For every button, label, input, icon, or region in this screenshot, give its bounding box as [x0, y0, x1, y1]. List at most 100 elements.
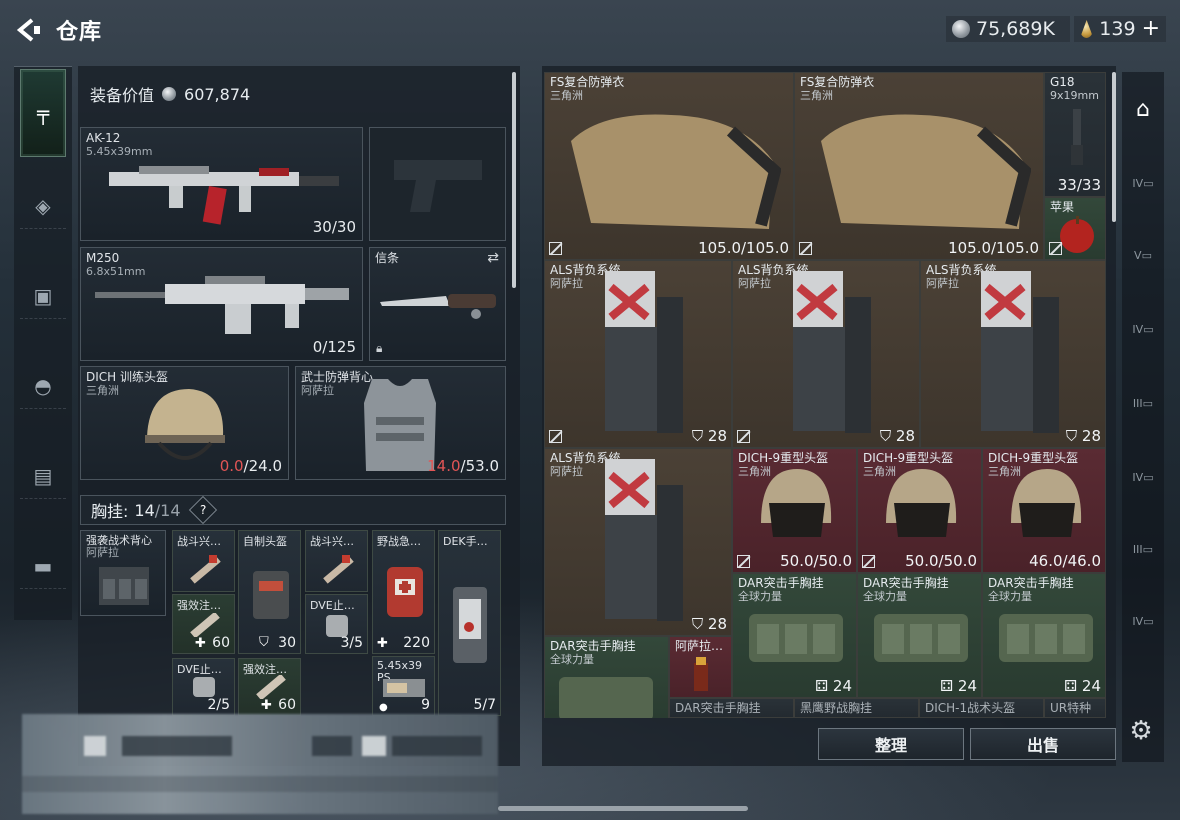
- canister-icon: ▤: [33, 463, 53, 488]
- pouch-item[interactable]: 野战急… ✚ 220: [372, 530, 435, 654]
- item-name: G18: [1050, 75, 1075, 89]
- stash-item[interactable]: DAR突击手胸挂 全球力量: [544, 636, 669, 718]
- stash-item[interactable]: ALS背负系统 阿萨拉 ⛉ 28: [920, 260, 1106, 448]
- stash-item[interactable]: FS复合防弹衣 三角洲 105.0/105.0: [544, 72, 794, 260]
- help-button[interactable]: ?: [188, 495, 217, 525]
- armor-vest-image: [571, 114, 781, 229]
- nav-armor[interactable]: ◈: [20, 183, 66, 229]
- nav-consumables[interactable]: ▤: [20, 453, 66, 499]
- stash-item[interactable]: 阿萨拉…: [669, 636, 732, 698]
- item-name: DAR突击手胸挂: [988, 576, 1074, 590]
- vest-icon: ◈: [35, 193, 51, 218]
- stash-item[interactable]: 苹果: [1044, 197, 1106, 260]
- item-value: 28: [895, 427, 915, 445]
- pouch-item-name: 野战急…: [377, 535, 421, 548]
- nav-weapons[interactable]: ╤: [20, 69, 66, 157]
- settings-button[interactable]: ⚙: [1126, 716, 1156, 746]
- melee-slot[interactable]: 信条 ⇄ 🔒︎: [369, 247, 506, 361]
- primary-weapon-ammo: 30/30: [312, 218, 356, 236]
- helmet-durability: 0.0/24.0: [220, 457, 282, 475]
- rig-capacity-icon: ⚃: [940, 677, 958, 695]
- pouch-item[interactable]: DEK手… 5/7: [438, 530, 501, 716]
- stash-item[interactable]: DICH-9重型头盔 三角洲 50.0/50.0: [857, 448, 982, 573]
- stash-item[interactable]: DICH-9重型头盔 三角洲 50.0/50.0: [732, 448, 857, 573]
- helmet-image: [145, 389, 225, 460]
- tab-stash-4[interactable]: III ▭: [1126, 386, 1160, 420]
- item-brand: 9x19mm: [1050, 89, 1099, 102]
- rifle-image: [109, 162, 347, 225]
- equipment-value: 装备价值 607,874: [90, 82, 250, 106]
- health-plus-icon: ✚: [195, 636, 206, 651]
- loadout-scrollbar[interactable]: [512, 72, 516, 288]
- add-currency-icon[interactable]: +: [1142, 18, 1160, 40]
- tab-stash-3[interactable]: IV ▭: [1126, 312, 1160, 346]
- item-capacity: ⚃ 24: [815, 677, 852, 695]
- tab-stash-5[interactable]: IV ▭: [1126, 460, 1160, 494]
- pouch-item[interactable]: 自制头盔 ⛉ 30: [238, 530, 301, 654]
- nav-helmet[interactable]: ◓: [20, 363, 66, 409]
- stash-scrollbar[interactable]: [1112, 72, 1116, 222]
- pouch-item-name: 战斗兴…: [310, 535, 354, 548]
- swap-icon[interactable]: ⇄: [487, 250, 499, 266]
- stash-item[interactable]: FS复合防弹衣 三角洲 105.0/105.0: [794, 72, 1044, 260]
- body-armor-slot[interactable]: 武士防弹背心 阿萨拉 14.0/53.0: [295, 366, 506, 480]
- pouch-item-value: 60: [212, 635, 230, 651]
- equipment-value-amount: 607,874: [184, 84, 251, 104]
- pouch-item-value: 60: [278, 697, 296, 713]
- tab-stash-6[interactable]: III ▭: [1126, 532, 1160, 566]
- stash-item[interactable]: DICH-9重型头盔 三角洲 46.0/46.0: [982, 448, 1106, 573]
- pistol-slot-empty[interactable]: [369, 127, 506, 241]
- sell-button[interactable]: 出售: [970, 728, 1116, 760]
- gold-currency[interactable]: 139 +: [1074, 16, 1166, 42]
- chest-rig-capacity: 14/14: [134, 501, 180, 520]
- item-value: 24: [1081, 677, 1101, 695]
- stash-item[interactable]: DICH-1战术头盔: [919, 698, 1044, 718]
- stash-item[interactable]: UR特种: [1044, 698, 1106, 718]
- stash-item[interactable]: ALS背负系统 阿萨拉 ⛉ 28: [732, 260, 920, 448]
- gold-coin-icon: [1080, 20, 1094, 38]
- pouch-item[interactable]: 战斗兴…: [172, 530, 235, 592]
- helmet-slot[interactable]: DICH 训练头盔 三角洲 0.0/24.0: [80, 366, 289, 480]
- tab-stash-2[interactable]: V ▭: [1126, 238, 1160, 272]
- tab-stash-1[interactable]: IV ▭: [1126, 166, 1160, 200]
- stash-item[interactable]: ALS背负系统 阿萨拉 ⛉ 28: [544, 448, 732, 636]
- no-repair-icon: [737, 555, 750, 568]
- pouch-item[interactable]: DVE止… 2/5: [172, 658, 235, 716]
- pouch-item-value: 5/7: [473, 697, 496, 713]
- item-brand: 全球力量: [550, 653, 594, 666]
- tab-level: III: [1132, 396, 1143, 410]
- item-name: FS复合防弹衣: [550, 75, 625, 89]
- nav-case[interactable]: ▬: [20, 543, 66, 589]
- nav-backpack[interactable]: ▣: [20, 273, 66, 319]
- tab-all[interactable]: ⌂: [1126, 92, 1160, 126]
- pouch-item[interactable]: 5.45x39 PS ● 9: [372, 656, 435, 716]
- helmet-durability-max: /24.0: [243, 457, 282, 475]
- pouch-item[interactable]: 强效注… ✚ 60: [238, 658, 301, 716]
- heal-icon: ✚: [377, 636, 388, 651]
- item-capacity: ⛉ 28: [692, 615, 727, 633]
- primary-weapon-slot[interactable]: AK-12 5.45x39mm 30/30: [80, 127, 363, 241]
- stash-item[interactable]: DAR突击手胸挂 全球力量 ⚃ 24: [982, 573, 1106, 698]
- pouch-item[interactable]: 强效注… ✚ 60: [172, 594, 235, 654]
- item-value: 105.0/105.0: [698, 239, 789, 257]
- pouch-item-value: 30: [278, 635, 296, 651]
- stash-item[interactable]: DAR突击手胸挂 全球力量 ⚃ 24: [857, 573, 982, 698]
- backpack-image: [981, 271, 1059, 433]
- no-repair-icon: [1049, 242, 1062, 255]
- pouch-item[interactable]: 战斗兴…: [305, 530, 368, 592]
- folder-icon: ▭: [1143, 176, 1154, 190]
- helmet-durability-current: 0.0: [219, 457, 244, 475]
- chest-rig-slot[interactable]: 强袭战术背心 阿萨拉: [80, 530, 166, 616]
- secondary-weapon-slot[interactable]: M250 6.8x51mm 0/125: [80, 247, 363, 361]
- backpack-image: [793, 271, 871, 433]
- tab-stash-7[interactable]: IV ▭: [1126, 604, 1160, 638]
- stash-item[interactable]: DAR突击手胸挂: [669, 698, 794, 718]
- back-button[interactable]: [14, 16, 42, 44]
- stash-item[interactable]: G18 9x19mm 33/33: [1044, 72, 1106, 197]
- backpack-icon: ▣: [33, 283, 53, 308]
- sort-button[interactable]: 整理: [818, 728, 964, 760]
- stash-item[interactable]: ALS背负系统 阿萨拉 ⛉ 28: [544, 260, 732, 448]
- pouch-item[interactable]: DVE止… 3/5: [305, 594, 368, 654]
- stash-item[interactable]: 黑鹰野战胸挂: [794, 698, 919, 718]
- stash-item[interactable]: DAR突击手胸挂 全球力量 ⚃ 24: [732, 573, 857, 698]
